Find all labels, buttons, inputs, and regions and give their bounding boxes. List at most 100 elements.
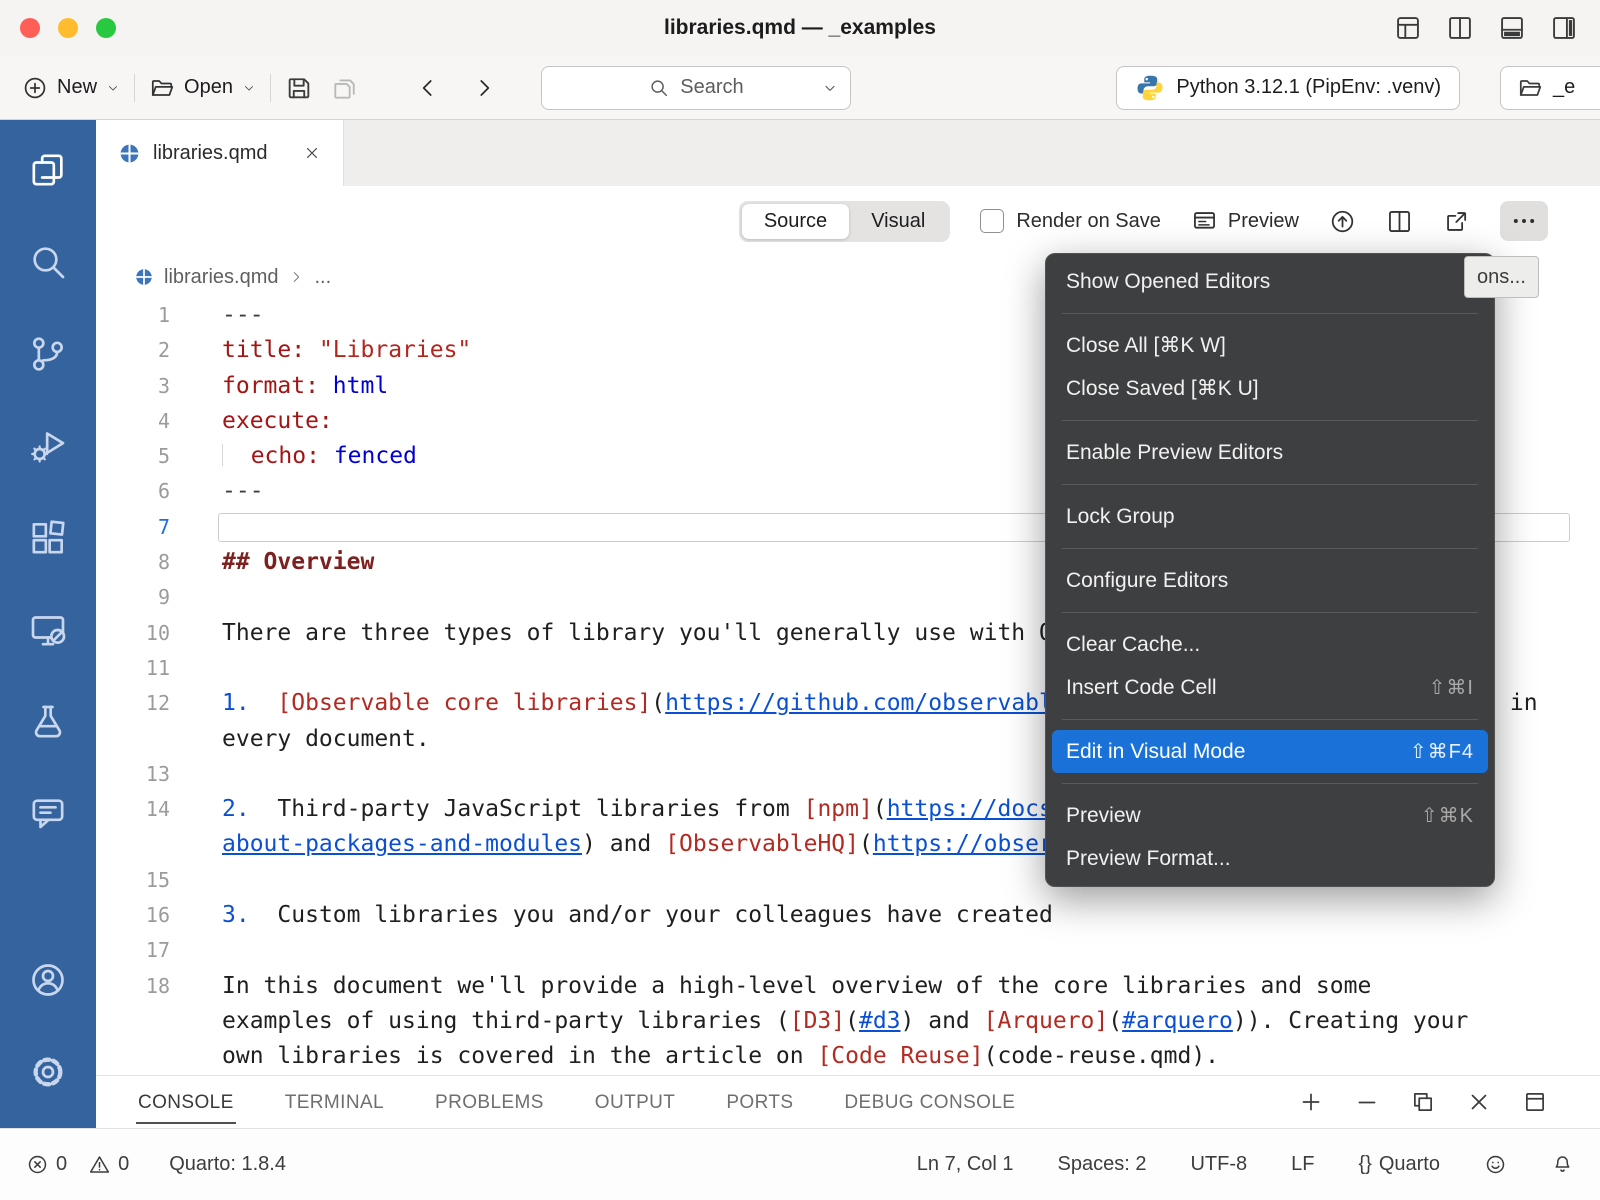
extensions-icon[interactable] — [0, 492, 96, 584]
new-button[interactable]: New — [22, 75, 120, 101]
panel-tab-problems[interactable]: PROBLEMS — [433, 1080, 546, 1124]
new-console-plus-icon[interactable] — [1298, 1089, 1324, 1115]
ellipsis-icon — [1510, 207, 1538, 235]
panel-tabs: CONSOLE TERMINAL PROBLEMS OUTPUT PORTS DEBUG … — [136, 1080, 1017, 1124]
quarto-version-status[interactable]: Quarto: 1.8.4 — [169, 1153, 286, 1176]
save-icon[interactable] — [285, 74, 313, 102]
feedback-smiley-icon[interactable] — [1484, 1153, 1507, 1176]
folder-icon — [1517, 75, 1543, 101]
menu-item-insert-code-cell[interactable]: Insert Code Cell⇧⌘I — [1052, 666, 1488, 709]
line-number — [96, 722, 170, 757]
panel-tab-debug-console[interactable]: DEBUG CONSOLE — [842, 1080, 1017, 1124]
open-button[interactable]: Open — [149, 75, 256, 101]
code-token: 3. — [222, 902, 250, 928]
problems-status[interactable]: 0 0 — [26, 1153, 129, 1176]
menu-item-close-all-k-w[interactable]: Close All [⌘K W] — [1052, 324, 1488, 367]
code-row[interactable]: 18In this document we'll provide a high-… — [96, 969, 1600, 1004]
source-control-icon[interactable] — [0, 308, 96, 400]
line-number: 18 — [96, 969, 170, 1004]
search-icon — [648, 77, 670, 99]
code-row[interactable]: 163. Custom libraries you and/or your co… — [96, 898, 1600, 933]
publish-icon[interactable] — [1329, 208, 1356, 235]
search-dropdown-icon[interactable] — [822, 80, 838, 96]
menu-item-show-opened-editors[interactable]: Show Opened Editors — [1052, 260, 1488, 303]
panel-tab-terminal[interactable]: TERMINAL — [283, 1080, 386, 1124]
line-number: 14 — [96, 792, 170, 827]
menu-item-enable-preview-editors[interactable]: Enable Preview Editors — [1052, 431, 1488, 474]
source-mode-button[interactable]: Source — [742, 204, 849, 239]
menu-item-edit-in-visual-mode[interactable]: Edit in Visual Mode⇧⌘F4 — [1052, 730, 1488, 773]
eol-status[interactable]: LF — [1291, 1153, 1314, 1176]
indentation-status[interactable]: Spaces: 2 — [1058, 1153, 1147, 1176]
minimize-window-button[interactable] — [58, 18, 78, 38]
notifications-bell-icon[interactable] — [1551, 1153, 1574, 1176]
workspace-button[interactable]: _e — [1500, 66, 1600, 110]
cursor-position-status[interactable]: Ln 7, Col 1 — [917, 1153, 1014, 1176]
line-number — [96, 827, 170, 862]
account-icon[interactable] — [0, 934, 96, 1026]
close-panel-icon[interactable] — [1466, 1089, 1492, 1115]
forward-button[interactable] — [471, 75, 497, 101]
menu-separator — [1062, 719, 1478, 720]
minimize-panel-icon[interactable] — [1354, 1089, 1380, 1115]
back-button[interactable] — [415, 75, 441, 101]
panel-tab-output[interactable]: OUTPUT — [593, 1080, 678, 1124]
code-row[interactable]: own libraries is covered in the article … — [96, 1039, 1600, 1074]
panel-tab-ports[interactable]: PORTS — [724, 1080, 795, 1124]
breadcrumb-file[interactable]: libraries.qmd — [164, 266, 278, 289]
render-on-save: Render on Save — [980, 209, 1161, 233]
preview-label: Preview — [1228, 210, 1299, 233]
run-debug-icon[interactable] — [0, 400, 96, 492]
settings-icon[interactable] — [0, 1026, 96, 1118]
split-editor-icon[interactable] — [1386, 208, 1413, 235]
more-actions-button[interactable] — [1500, 201, 1548, 241]
language-mode-status[interactable]: {} Quarto — [1358, 1153, 1440, 1176]
explorer-icon[interactable] — [0, 124, 96, 216]
zoom-window-button[interactable] — [96, 18, 116, 38]
customize-layout-icon[interactable] — [1394, 14, 1422, 42]
menu-item-label: Configure Editors — [1066, 569, 1228, 593]
chat-icon[interactable] — [0, 768, 96, 860]
code-token: There are three types of library you'll … — [222, 620, 1094, 646]
main-toolbar: New Open Search Python 3.12.1 (PipEnv: .… — [0, 56, 1600, 120]
search-icon[interactable] — [0, 216, 96, 308]
line-number: 4 — [96, 404, 170, 439]
menu-separator — [1062, 484, 1478, 485]
menu-item-clear-cache[interactable]: Clear Cache... — [1052, 623, 1488, 666]
maximize-panel-icon[interactable] — [1522, 1089, 1548, 1115]
menu-item-preview-format[interactable]: Preview Format... — [1052, 837, 1488, 880]
code-token: )). Creating your — [1233, 1008, 1468, 1034]
menu-item-close-saved-k-u[interactable]: Close Saved [⌘K U] — [1052, 367, 1488, 410]
code-token: every document. — [222, 726, 430, 752]
toggle-panel-icon[interactable] — [1498, 14, 1526, 42]
remote-explorer-icon[interactable] — [0, 584, 96, 676]
menu-item-preview[interactable]: Preview⇧⌘K — [1052, 794, 1488, 837]
code-token: [Arquero] — [984, 1008, 1109, 1034]
breadcrumb-ellipsis[interactable]: ... — [314, 266, 331, 289]
tab-bar: libraries.qmd — [96, 120, 1600, 186]
open-in-new-window-icon[interactable] — [1443, 208, 1470, 235]
toggle-secondary-sidebar-icon[interactable] — [1550, 14, 1578, 42]
interpreter-selector[interactable]: Python 3.12.1 (PipEnv: .venv) — [1116, 66, 1460, 110]
close-tab-icon[interactable] — [303, 144, 321, 162]
code-token — [305, 337, 319, 363]
panel-tab-console[interactable]: CONSOLE — [136, 1080, 236, 1124]
menu-item-configure-editors[interactable]: Configure Editors — [1052, 559, 1488, 602]
preview-button[interactable]: Preview — [1191, 208, 1299, 235]
encoding-status[interactable]: UTF-8 — [1190, 1153, 1247, 1176]
tab-libraries-qmd[interactable]: libraries.qmd — [96, 120, 344, 186]
menu-item-lock-group[interactable]: Lock Group — [1052, 495, 1488, 538]
code-token: ( — [1108, 1008, 1122, 1034]
code-line — [170, 933, 1600, 968]
split-editor-icon[interactable] — [1446, 14, 1474, 42]
render-on-save-checkbox[interactable] — [980, 209, 1004, 233]
visual-mode-button[interactable]: Visual — [849, 204, 947, 239]
close-window-button[interactable] — [20, 18, 40, 38]
code-row[interactable]: examples of using third-party libraries … — [96, 1004, 1600, 1039]
search-input[interactable]: Search — [541, 66, 851, 110]
code-row[interactable]: 17 — [96, 933, 1600, 968]
quarto-file-icon — [134, 267, 154, 287]
save-all-icon[interactable] — [331, 74, 359, 102]
restore-panel-icon[interactable] — [1410, 1089, 1436, 1115]
testing-icon[interactable] — [0, 676, 96, 768]
